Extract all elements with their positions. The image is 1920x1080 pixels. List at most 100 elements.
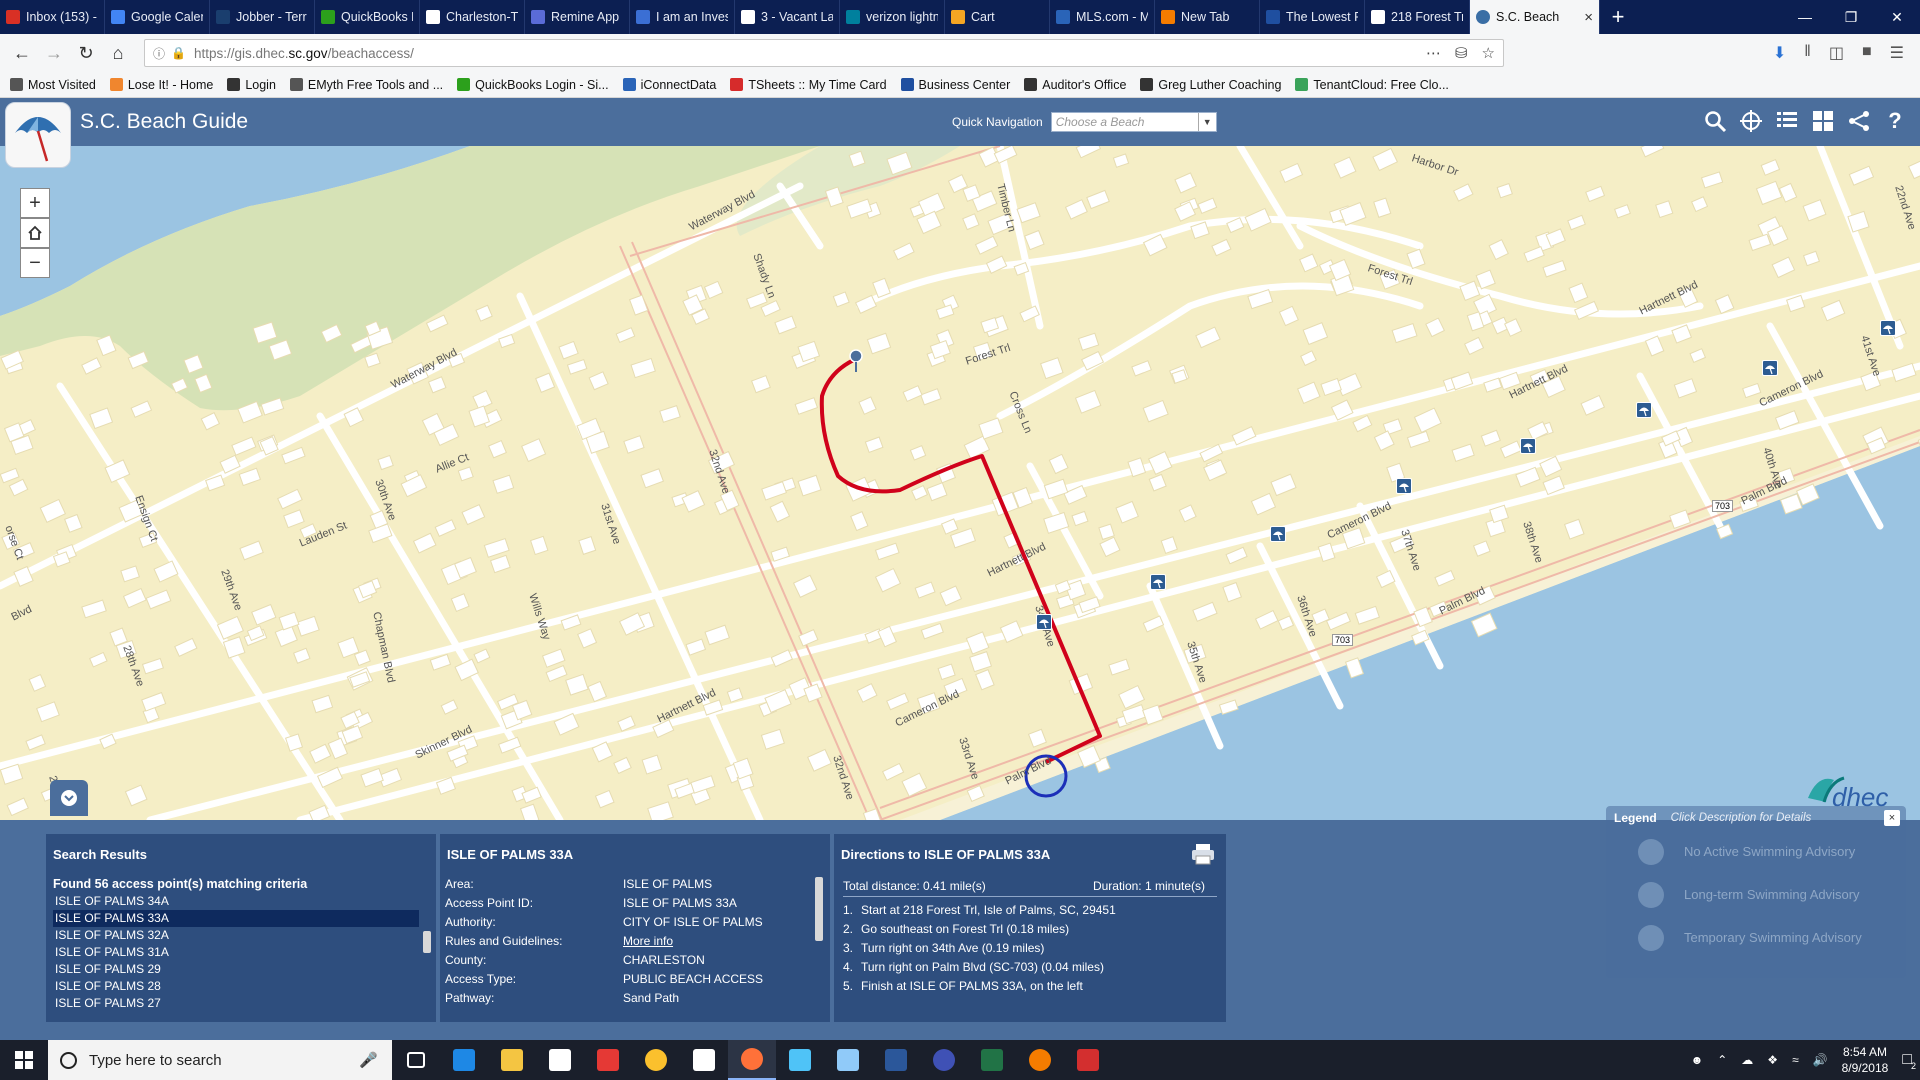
app-orange-icon[interactable] (1016, 1040, 1064, 1080)
tab-active[interactable]: S.C. Beach × (1470, 0, 1600, 34)
notifications-icon[interactable]: □ 2 (1902, 1051, 1916, 1071)
task-view-icon[interactable] (392, 1040, 440, 1080)
beach-access-icon[interactable] (1636, 402, 1652, 418)
legend-close-icon[interactable]: × (1884, 810, 1900, 826)
search-icon[interactable] (1702, 108, 1728, 134)
beach-access-icon[interactable] (1036, 614, 1052, 630)
tab-6[interactable]: I am an Inves (630, 0, 735, 34)
people-icon[interactable]: ☻ (1691, 1053, 1704, 1067)
bookmark-8[interactable]: Auditor's Office (1024, 78, 1126, 92)
close-window-icon[interactable]: ✕ (1874, 0, 1920, 34)
more-info-link[interactable]: More info (623, 932, 825, 951)
download-icon[interactable]: ⬇ (1773, 43, 1786, 63)
acrobat-icon[interactable] (1064, 1040, 1112, 1080)
zoom-out-button[interactable]: − (20, 248, 50, 278)
url-bar[interactable]: ⓘ 🔒 https://gis.dhec. sc.gov/beachaccess/… (144, 39, 1504, 67)
word-icon[interactable] (872, 1040, 920, 1080)
help-icon[interactable]: ? (1882, 108, 1908, 134)
app-red-icon[interactable] (584, 1040, 632, 1080)
account-icon[interactable]: ■ (1862, 43, 1872, 63)
print-icon[interactable] (1191, 843, 1215, 868)
tab-9[interactable]: Cart (945, 0, 1050, 34)
legend-item[interactable]: No Active Swimming Advisory (1606, 830, 1906, 873)
legend-item[interactable]: Long-term Swimming Advisory (1606, 873, 1906, 916)
info-icon[interactable]: ⓘ (153, 45, 165, 62)
windows-start-icon[interactable] (0, 1040, 48, 1080)
beach-access-icon[interactable] (1396, 478, 1412, 494)
locate-icon[interactable] (1738, 108, 1764, 134)
dropbox-icon[interactable]: ❖ (1767, 1053, 1778, 1067)
result-item[interactable]: ISLE OF PALMS 33A (53, 910, 419, 927)
back-button[interactable]: ← (6, 38, 38, 68)
wifi-icon[interactable]: ≈ (1792, 1053, 1799, 1067)
mail-icon[interactable] (680, 1040, 728, 1080)
beach-access-icon[interactable] (1150, 574, 1166, 590)
tab-0[interactable]: Inbox (153) - (0, 0, 105, 34)
tab-4[interactable]: Charleston-T (420, 0, 525, 34)
result-item[interactable]: ISLE OF PALMS 32A (53, 927, 419, 944)
beach-access-icon[interactable] (1762, 360, 1778, 376)
beach-access-icon[interactable] (1270, 526, 1286, 542)
pocket-icon[interactable]: ⛁ (1455, 44, 1468, 62)
chevron-up-icon[interactable]: ⌃ (1717, 1053, 1727, 1067)
edge-icon[interactable] (440, 1040, 488, 1080)
tab-8[interactable]: verizon lightn (840, 0, 945, 34)
bookmark-6[interactable]: TSheets :: My Time Card (730, 78, 887, 92)
details-scrollbar[interactable] (815, 877, 823, 941)
beach-access-icon[interactable] (1880, 320, 1896, 336)
app-blue-circle-icon[interactable] (920, 1040, 968, 1080)
beach-select[interactable]: Choose a Beach ▼ (1050, 112, 1217, 132)
tab-11[interactable]: New Tab (1155, 0, 1260, 34)
app-screen-icon[interactable] (776, 1040, 824, 1080)
chevron-down-icon[interactable]: ▼ (1197, 113, 1216, 131)
bookmark-2[interactable]: Login (227, 78, 276, 92)
bookmark-10[interactable]: TenantCloud: Free Clo... (1295, 78, 1449, 92)
bookmark-star-icon[interactable]: ☆ (1482, 44, 1495, 62)
tab-close-icon[interactable]: × (1584, 9, 1593, 26)
share-icon[interactable] (1846, 108, 1872, 134)
results-scrollbar[interactable] (423, 931, 431, 953)
bookmark-3[interactable]: EMyth Free Tools and ... (289, 78, 443, 92)
tab-2[interactable]: Jobber - Terr (210, 0, 315, 34)
bookmark-5[interactable]: iConnectData (622, 78, 716, 92)
result-item[interactable]: ISLE OF PALMS 29 (53, 961, 419, 978)
result-item[interactable]: ISLE OF PALMS 31A (53, 944, 419, 961)
microphone-icon[interactable]: 🎤 (359, 1051, 378, 1069)
menu-icon[interactable]: ☰ (1890, 43, 1904, 63)
excel-icon[interactable] (968, 1040, 1016, 1080)
bookmark-0[interactable]: Most Visited (10, 78, 96, 92)
bookmark-1[interactable]: Lose It! - Home (109, 78, 213, 92)
result-item[interactable]: ISLE OF PALMS 34A (53, 893, 419, 910)
tab-3[interactable]: QuickBooks Logi (315, 0, 420, 34)
tab-1[interactable]: Google Calen (105, 0, 210, 34)
store-icon[interactable] (536, 1040, 584, 1080)
onedrive-icon[interactable]: ☁ (1741, 1053, 1753, 1067)
beach-umbrella-logo-icon[interactable] (5, 102, 71, 168)
tab-5[interactable]: Remine App (525, 0, 630, 34)
beach-access-icon[interactable] (1520, 438, 1536, 454)
home-extent-button[interactable] (20, 218, 50, 248)
firefox-icon[interactable] (728, 1040, 776, 1080)
home-button[interactable]: ⌂ (102, 38, 134, 68)
result-item[interactable]: ISLE OF PALMS 28 (53, 978, 419, 995)
bookmark-9[interactable]: Greg Luther Coaching (1140, 78, 1281, 92)
tab-10[interactable]: MLS.com - M (1050, 0, 1155, 34)
forward-button[interactable]: → (38, 38, 70, 68)
minimize-icon[interactable]: — (1782, 0, 1828, 34)
app-settings-icon[interactable] (824, 1040, 872, 1080)
bookmark-7[interactable]: Business Center (900, 78, 1010, 92)
tab-12[interactable]: The Lowest P (1260, 0, 1365, 34)
basemap-icon[interactable] (1810, 108, 1836, 134)
taskbar-search[interactable]: Type here to search 🎤 (48, 1040, 392, 1080)
restore-icon[interactable]: ❐ (1828, 0, 1874, 34)
file-explorer-icon[interactable] (488, 1040, 536, 1080)
sidebar-icon[interactable]: ◫ (1829, 43, 1844, 63)
volume-icon[interactable]: 🔊 (1813, 1053, 1828, 1067)
legend-icon[interactable] (1774, 108, 1800, 134)
library-icon[interactable]: ‖ (1804, 43, 1811, 63)
new-tab-button[interactable]: + (1600, 0, 1636, 34)
reload-button[interactable]: ↻ (70, 38, 102, 68)
legend-item[interactable]: Temporary Swimming Advisory (1606, 916, 1906, 959)
map-view[interactable]: Waterway Blvd Waterway Blvd Shady Ln Timber… (0, 146, 1920, 820)
tab-13[interactable]: 218 Forest Tra (1365, 0, 1470, 34)
